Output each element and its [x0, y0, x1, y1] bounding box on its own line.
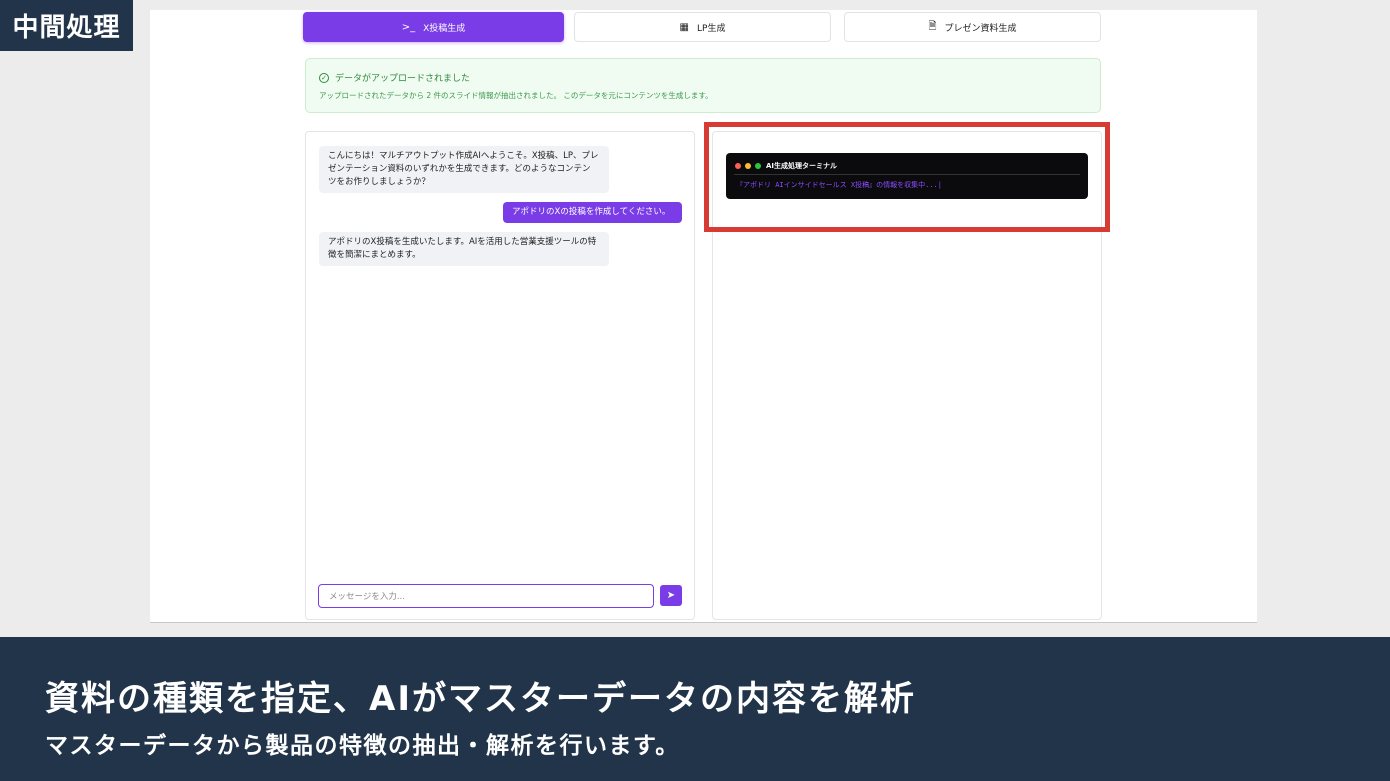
notice-detail: アップロードされたデータから 2 件のスライド情報が抽出されました。 このデータ…	[319, 91, 713, 100]
app-window: >_ X投稿生成 ▦ LP生成 🗎 プレゼン資料生成 ✓ データがアップロードさ…	[150, 10, 1257, 623]
chat-message-bot: こんにちは！マルチアウトプット作成AIへようこそ。X投稿、LP、プレ ゼンテーシ…	[319, 146, 609, 193]
check-circle-icon: ✓	[319, 72, 329, 83]
document-icon: 🗎	[928, 20, 937, 32]
message-line: 徴を簡潔にまとめます。	[328, 250, 421, 260]
chat-message-bot: アポドリのX投稿を生成いたします。AIを活用した営業支援ツールの特 徴を簡潔にま…	[319, 232, 609, 266]
caption-banner: 資料の種類を指定、AIがマスターデータの内容を解析 マスターデータから製品の特徴…	[0, 637, 1390, 781]
tab-presentation[interactable]: 🗎 プレゼン資料生成	[844, 12, 1101, 42]
message-line: アポドリのX投稿を生成いたします。AIを活用した営業支援ツールの特	[328, 237, 597, 247]
send-icon: ➤	[666, 590, 676, 601]
caption-headline: 資料の種類を指定、AIがマスターデータの内容を解析	[45, 679, 916, 719]
message-line: ゼンテーション資料のいずれかを生成できます。どのようなコンテン	[328, 164, 591, 174]
ai-terminal: AI生成処理ターミナル 『アポドリ AIインサイドセールス X投稿』の情報を収集…	[726, 153, 1088, 199]
notice-title: データがアップロードされました	[335, 74, 471, 84]
tab-label: X投稿生成	[423, 23, 466, 34]
upload-success-notice: ✓ データがアップロードされました アップロードされたデータから 2 件のスライ…	[305, 58, 1101, 113]
tab-lp[interactable]: ▦ LP生成	[574, 12, 831, 42]
tab-label: LP生成	[697, 23, 726, 34]
terminal-title: AI生成処理ターミナル	[766, 162, 838, 170]
chat-panel: こんにちは！マルチアウトプット作成AIへようこそ。X投稿、LP、プレ ゼンテーシ…	[305, 131, 695, 620]
send-button[interactable]: ➤	[660, 585, 682, 606]
minimize-dot-icon	[745, 163, 751, 169]
terminal-icon: >_	[401, 21, 416, 33]
message-line: ツをお作りしましょうか？	[328, 177, 431, 187]
section-badge: 中間処理	[0, 0, 133, 51]
message-input[interactable]: メッセージを入力...	[318, 584, 654, 608]
window-controls	[735, 163, 761, 169]
message-line: こんにちは！マルチアウトプット作成AIへようこそ。X投稿、LP、プレ	[328, 151, 599, 161]
layout-icon: ▦	[679, 21, 689, 33]
close-dot-icon	[735, 163, 741, 169]
chat-message-user: アポドリのXの投稿を作成してください。	[503, 202, 682, 223]
terminal-divider	[734, 174, 1080, 175]
maximize-dot-icon	[755, 163, 761, 169]
tab-label: プレゼン資料生成	[944, 23, 1017, 34]
caption-subline: マスターデータから製品の特徴の抽出・解析を行います。	[45, 733, 680, 759]
tab-x-post[interactable]: >_ X投稿生成	[303, 12, 564, 42]
terminal-output: 『アポドリ AIインサイドセールス X投稿』の情報を収集中...|	[736, 181, 942, 189]
